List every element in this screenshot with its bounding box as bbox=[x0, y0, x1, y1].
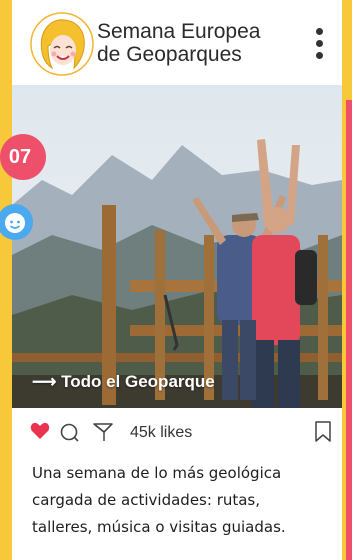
side-accent-strip bbox=[346, 100, 352, 560]
number-badge: 07 bbox=[0, 134, 46, 180]
action-bar: 45k likes bbox=[12, 420, 342, 448]
post-caption: Una semana de lo más geológica cargada d… bbox=[32, 460, 332, 541]
caption-line-2: cargada de actividades: rutas, bbox=[32, 491, 261, 509]
bookmark-icon[interactable] bbox=[314, 421, 332, 448]
smiley-face-icon[interactable] bbox=[0, 204, 33, 240]
comment-icon[interactable] bbox=[59, 422, 81, 447]
caption-line-3: talleres, música o visitas guiadas. bbox=[32, 518, 286, 536]
avatar[interactable] bbox=[30, 12, 94, 76]
likes-count: 45k likes bbox=[130, 424, 193, 441]
caption-line-1: Una semana de lo más geológica bbox=[32, 464, 282, 482]
number-badge-text: 07 bbox=[8, 145, 32, 168]
post-photo[interactable]: ⟶ Todo el Geoparque bbox=[12, 85, 342, 408]
more-vertical-icon[interactable] bbox=[312, 28, 326, 68]
post-title-line-1: Semana Europea bbox=[97, 20, 261, 43]
send-icon[interactable] bbox=[92, 422, 114, 447]
post-card: Semana Europea de Geoparques ⟶ Todo el G… bbox=[12, 0, 342, 560]
heart-icon[interactable] bbox=[30, 422, 50, 445]
post-title: Semana Europea de Geoparques bbox=[97, 20, 297, 66]
photo-caption[interactable]: ⟶ Todo el Geoparque bbox=[32, 372, 215, 392]
post-header: Semana Europea de Geoparques bbox=[12, 0, 342, 85]
post-title-line-2: de Geoparques bbox=[97, 43, 242, 66]
